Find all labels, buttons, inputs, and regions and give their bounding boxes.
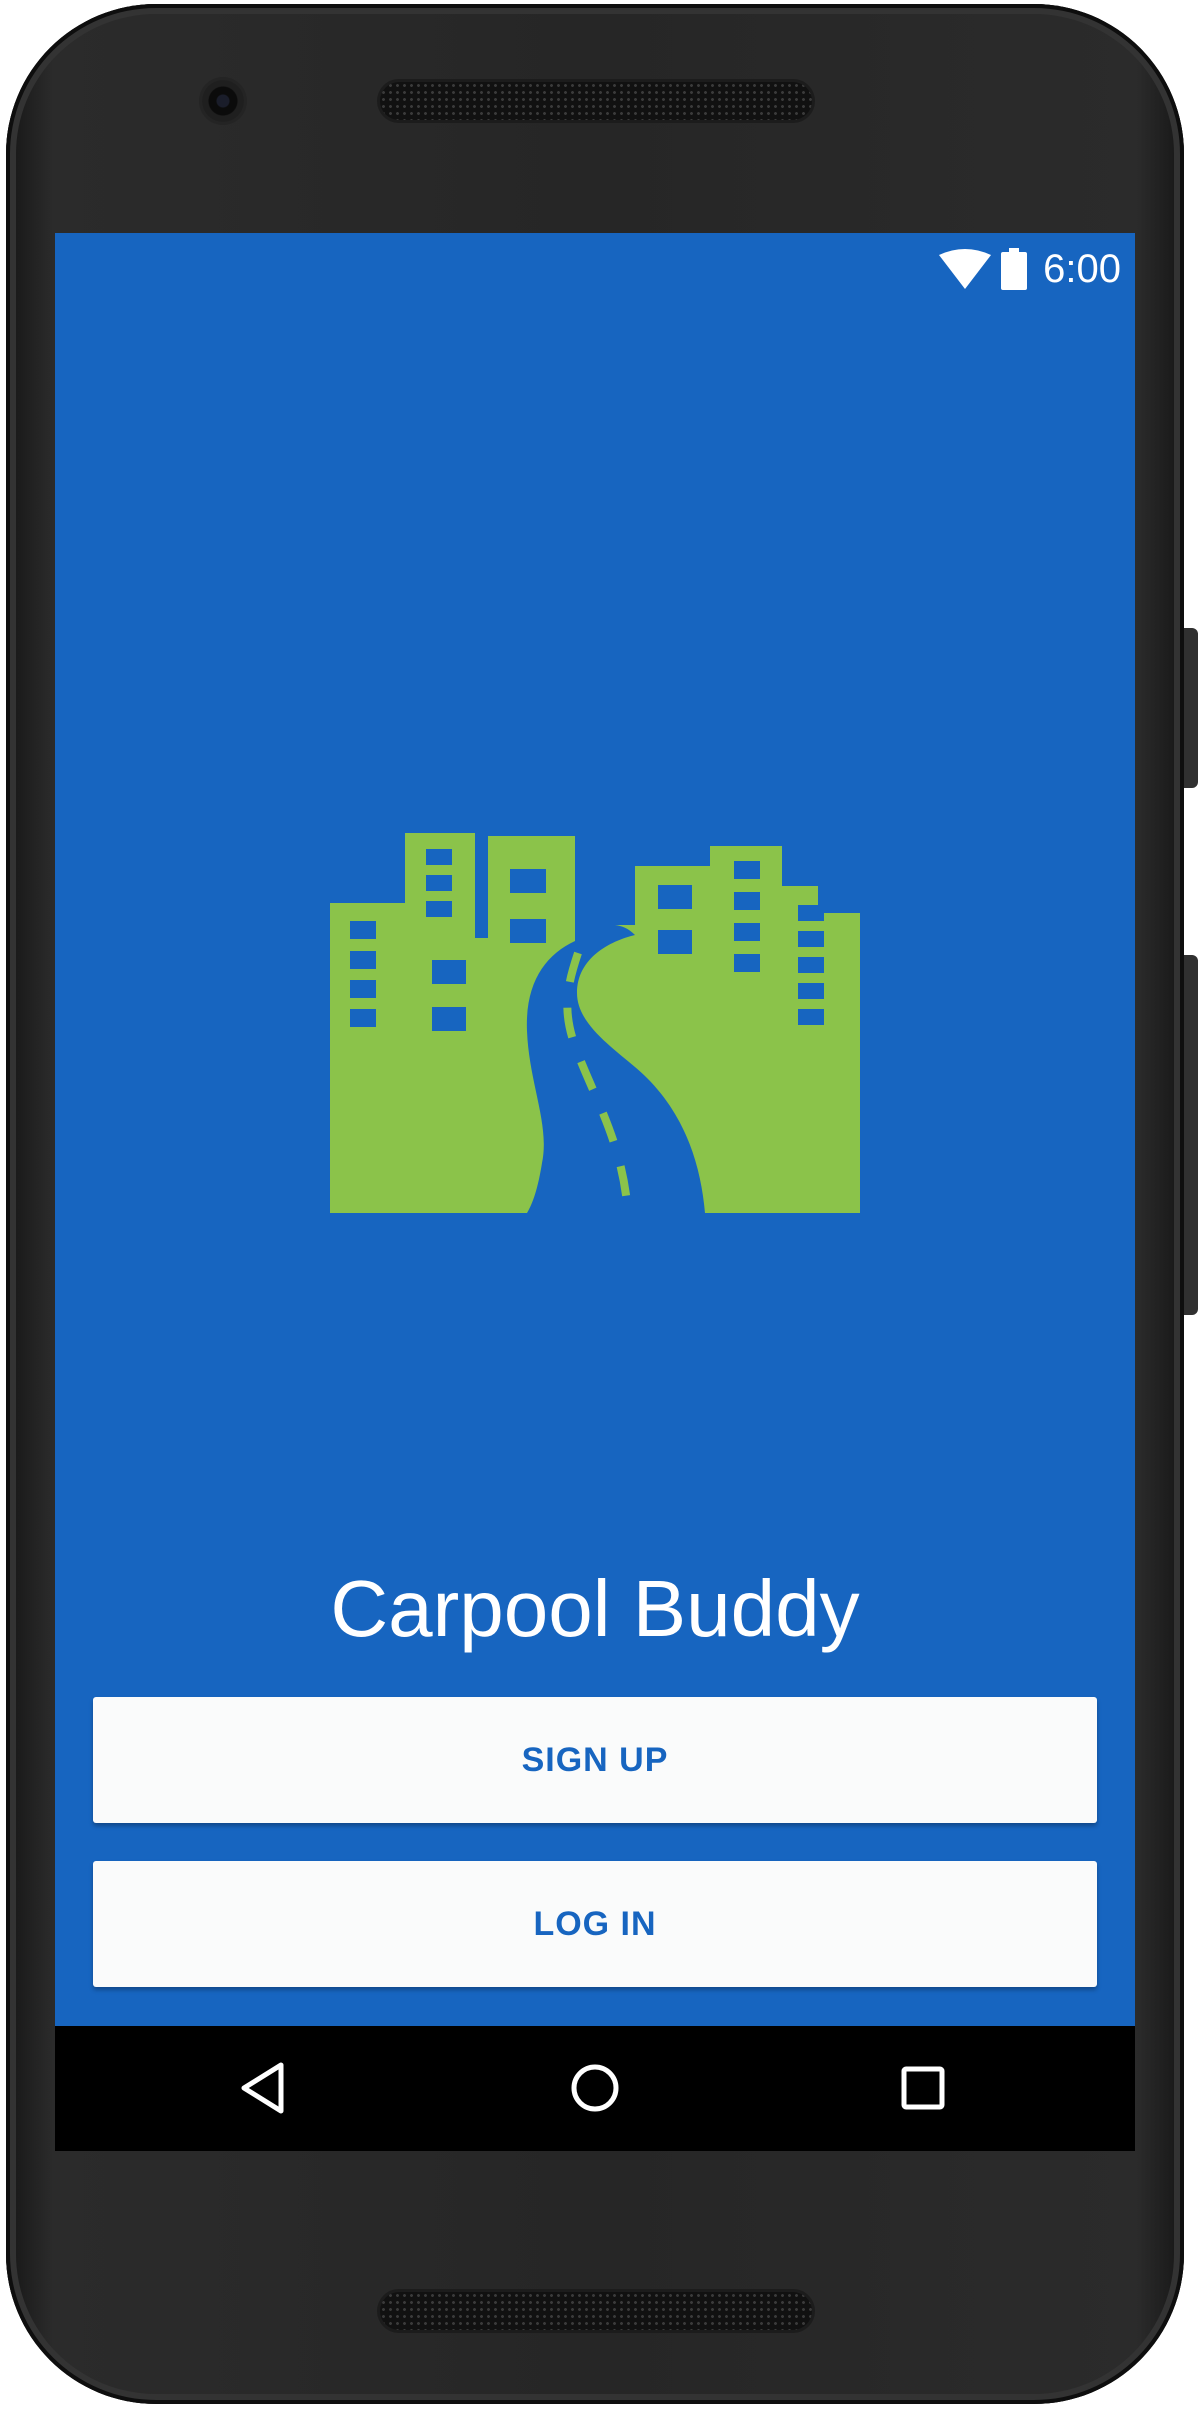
volume-rocker bbox=[1184, 955, 1198, 1315]
power-button bbox=[1184, 628, 1198, 788]
back-icon bbox=[241, 2062, 284, 2114]
city-road-icon bbox=[330, 833, 860, 1213]
recents-icon bbox=[901, 2066, 945, 2110]
home-icon bbox=[571, 2064, 619, 2112]
status-icons: 6:00 bbox=[939, 245, 1121, 293]
status-time: 6:00 bbox=[1043, 247, 1121, 291]
back-button[interactable] bbox=[237, 2058, 297, 2118]
log-in-button[interactable]: LOG IN bbox=[93, 1861, 1097, 1987]
sign-up-button[interactable]: SIGN UP bbox=[93, 1697, 1097, 1823]
wifi-icon bbox=[939, 249, 992, 289]
battery-icon bbox=[1001, 248, 1028, 290]
recents-button[interactable] bbox=[893, 2058, 953, 2118]
home-button[interactable] bbox=[565, 2058, 625, 2118]
front-camera bbox=[202, 80, 244, 122]
app-title: Carpool Buddy bbox=[330, 1564, 860, 1653]
status-bar: 6:00 bbox=[55, 233, 1135, 305]
app-screen: 6:00 Carpool Buddy SIGN UP LOG IN bbox=[55, 233, 1135, 2151]
earpiece-speaker bbox=[380, 82, 812, 120]
bottom-speaker bbox=[380, 2292, 812, 2330]
navigation-bar bbox=[55, 2026, 1135, 2151]
